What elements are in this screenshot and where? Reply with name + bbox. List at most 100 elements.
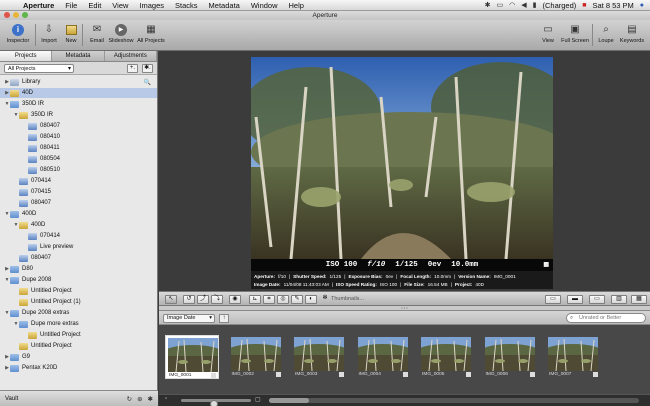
menu-window[interactable]: Window	[251, 1, 278, 10]
action-menu-button[interactable]: ✱.	[142, 63, 153, 73]
tree-item[interactable]: ▼ Dupe 2008	[0, 275, 157, 285]
sort-select[interactable]: Image Date	[163, 314, 215, 323]
tree-item[interactable]: ▶ 40D	[0, 88, 157, 98]
vault-add-icon[interactable]: ⊕	[137, 395, 142, 403]
viewer-only-button[interactable]: ▭	[589, 295, 605, 304]
menu-metadata[interactable]: Metadata	[209, 1, 240, 10]
tree-item[interactable]: 080510	[0, 165, 157, 175]
project-filter-select[interactable]: All Projects	[4, 63, 74, 73]
thumbnail[interactable]: IMG_0005	[419, 335, 473, 379]
tree-item[interactable]: Untitled Project	[0, 341, 157, 351]
selection-tool-button[interactable]: ↖	[165, 295, 177, 304]
tree-item[interactable]: 080504	[0, 154, 157, 164]
bluetooth-icon[interactable]: ✱	[485, 1, 491, 9]
split-view-button[interactable]: ▬	[567, 295, 583, 304]
spotlight-icon[interactable]: ●	[640, 2, 644, 9]
flag-icon[interactable]: ■	[582, 2, 586, 9]
tree-item[interactable]: ▼ Dupe more extras	[0, 319, 157, 329]
straighten-tool-button[interactable]: ⊾	[249, 295, 261, 304]
tree-item[interactable]: 080411	[0, 143, 157, 153]
sort-direction-button[interactable]: ↑	[219, 314, 229, 323]
menu-stacks[interactable]: Stacks	[175, 1, 198, 10]
tree-item[interactable]: ▼ Dupe 2008 extras	[0, 308, 157, 318]
lift-tool-button[interactable]: ⤴	[197, 295, 209, 304]
all-projects-button[interactable]: ▦ All Projects	[133, 23, 169, 44]
folder-icon	[10, 210, 19, 218]
zoom-large-icon[interactable]: ▢	[255, 396, 261, 403]
tab-metadata[interactable]: Metadata	[52, 51, 105, 61]
thumbnail[interactable]: IMG_0001	[165, 335, 219, 379]
close-window-button[interactable]	[4, 12, 10, 18]
tree-item[interactable]: Untitled Project	[0, 286, 157, 296]
vault-update-icon[interactable]: ↻	[127, 395, 132, 403]
battery-icon[interactable]: ▮	[533, 1, 537, 9]
preview-tool-button[interactable]: ◐	[305, 295, 317, 304]
tree-item[interactable]: 080407	[0, 198, 157, 208]
metadata-overlay: Aperture: f/10 | Shutter Speed: 1/125 | Exposu…	[251, 271, 553, 289]
thumbnail-size-slider[interactable]	[181, 399, 251, 406]
multi-view-button[interactable]: ▦	[631, 295, 647, 304]
horizontal-scrollbar[interactable]	[269, 398, 639, 403]
tree-item-label: 080410	[40, 134, 61, 140]
menu-clock[interactable]: Sat 8 53 PM	[592, 1, 633, 10]
add-item-button[interactable]: +.	[127, 63, 138, 73]
tree-item[interactable]: ▶ Library 🔍	[0, 77, 157, 87]
tree-item[interactable]: ▼ 400D	[0, 209, 157, 219]
zoom-window-button[interactable]	[22, 12, 28, 18]
tree-item[interactable]: ▼ 350D IR	[0, 99, 157, 109]
tab-projects[interactable]: Projects	[0, 51, 53, 61]
tree-item[interactable]: 080410	[0, 132, 157, 142]
zoom-small-icon[interactable]: ▫	[165, 396, 167, 402]
tree-item[interactable]: Untitled Project	[0, 330, 157, 340]
minimize-window-button[interactable]	[13, 12, 19, 18]
tree-item[interactable]: ▶ D80	[0, 264, 157, 274]
browser-view-button[interactable]: ▭	[545, 295, 561, 304]
volume-icon[interactable]: ◀	[521, 1, 526, 9]
tree-item[interactable]: 070415	[0, 187, 157, 197]
keywords-button[interactable]: ▤ Keywords	[614, 23, 650, 44]
metadata-value: 16.54 MB	[427, 281, 448, 287]
menu-app[interactable]: Aperture	[23, 1, 54, 10]
thumbnail[interactable]: IMG_0006	[483, 335, 537, 379]
thumbnail[interactable]: IMG_0004	[356, 335, 410, 379]
library-search-icon[interactable]: 🔍	[144, 79, 151, 86]
forest-photo-image	[251, 57, 553, 259]
menu-view[interactable]: View	[112, 1, 128, 10]
tree-item[interactable]: ▼ 400D	[0, 220, 157, 230]
battery-status[interactable]: (Charged)	[542, 1, 576, 10]
stamp-tool-button[interactable]: ⤵	[211, 295, 223, 304]
tree-item[interactable]: 080407	[0, 121, 157, 131]
rating-filter-input[interactable]: ⌕ Unrated or Better	[566, 313, 646, 323]
tree-item[interactable]: ▼ 350D IR	[0, 110, 157, 120]
tree-item-label: 080411	[40, 145, 60, 151]
tree-item[interactable]: 070414	[0, 231, 157, 241]
menu-file[interactable]: File	[65, 1, 77, 10]
rotate-left-button[interactable]: ↺	[183, 295, 195, 304]
display-icon[interactable]: ▭	[497, 1, 504, 9]
tree-item[interactable]: ▶ G9	[0, 352, 157, 362]
tree-item[interactable]: 080407	[0, 253, 157, 263]
crop-icon: ⌗	[267, 296, 271, 302]
menu-edit[interactable]: Edit	[88, 1, 101, 10]
thumbnail[interactable]: IMG_0007	[546, 335, 600, 379]
scrollbar-thumb[interactable]	[269, 398, 309, 403]
thumbnail[interactable]: IMG_0002	[229, 335, 283, 379]
compare-view-button[interactable]: ▥	[611, 295, 627, 304]
menu-images[interactable]: Images	[139, 1, 164, 10]
spot-patch-icon: ✎	[294, 296, 300, 302]
tree-item[interactable]: 070414	[0, 176, 157, 186]
thumbnail[interactable]: IMG_0003	[292, 335, 346, 379]
tree-item[interactable]: Live preview	[0, 242, 157, 252]
tree-item[interactable]: Untitled Project (1)	[0, 297, 157, 307]
loupe-tool-button[interactable]: ◉	[229, 295, 241, 304]
tree-item[interactable]: ▶ Pentax K20D	[0, 363, 157, 373]
spot-patch-tool-button[interactable]: ✎	[291, 295, 303, 304]
wifi-icon[interactable]: ◠	[509, 1, 515, 9]
thumbnail-size-knob[interactable]	[210, 400, 218, 406]
vault-action-icon[interactable]: ✱	[148, 395, 153, 403]
main-photo[interactable]	[251, 57, 553, 259]
crop-tool-button[interactable]: ⌗	[263, 295, 275, 304]
menu-help[interactable]: Help	[289, 1, 304, 10]
redeye-tool-button[interactable]: ◎	[277, 295, 289, 304]
tab-adjustments[interactable]: Adjustments	[105, 51, 157, 61]
